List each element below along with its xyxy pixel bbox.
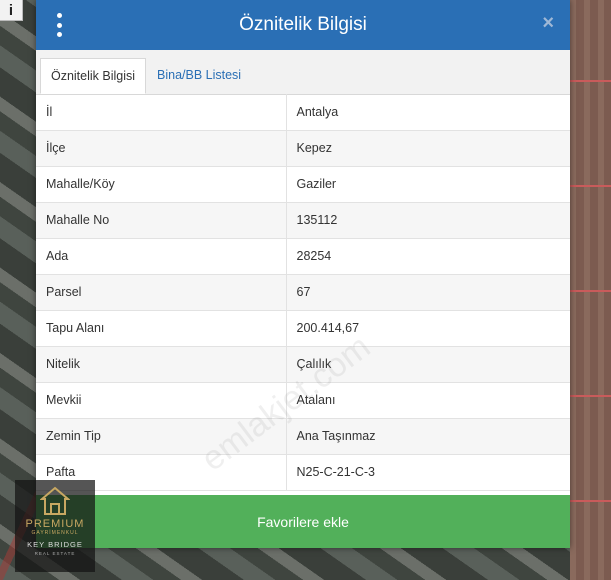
attribute-value: Gaziler bbox=[285, 166, 570, 203]
attribute-label: Tapu Alanı bbox=[36, 310, 286, 347]
table-row: Parsel 67 bbox=[36, 274, 570, 311]
attribute-label: Mahalle No bbox=[36, 202, 286, 239]
table-row: Ada 28254 bbox=[36, 238, 570, 275]
table-row: Mevkii Atalanı bbox=[36, 382, 570, 419]
add-favorite-button[interactable]: Favorilere ekle bbox=[36, 495, 570, 548]
attribute-label: Mevkii bbox=[36, 382, 286, 419]
logo-subtitle: GAYRİMENKUL bbox=[31, 530, 79, 536]
attribute-value: 28254 bbox=[285, 238, 570, 275]
table-row: Zemin Tip Ana Taşınmaz bbox=[36, 418, 570, 455]
attribute-label: Parsel bbox=[36, 274, 286, 311]
tab-building-list[interactable]: Bina/BB Listesi bbox=[149, 58, 249, 94]
close-icon[interactable]: × bbox=[542, 12, 554, 35]
info-icon[interactable]: i bbox=[0, 0, 23, 21]
attribute-value: Kepez bbox=[285, 130, 570, 167]
attribute-table: İl Antalya İlçe Kepez Mahalle/Köy Gaziler Maha… bbox=[36, 94, 570, 496]
attribute-value: 200.414,67 bbox=[285, 310, 570, 347]
tab-attribute-info[interactable]: Öznitelik Bilgisi bbox=[40, 58, 146, 94]
table-row: İl Antalya bbox=[36, 94, 570, 131]
attribute-dialog: Öznitelik Bilgisi × Öznitelik Bilgisi Bi… bbox=[36, 0, 570, 548]
table-row: Nitelik Çalılık bbox=[36, 346, 570, 383]
attribute-value: Antalya bbox=[285, 94, 570, 131]
attribute-label: Ada bbox=[36, 238, 286, 275]
logo: PREMIUM GAYRİMENKUL KEY BRIDGE REAL ESTA… bbox=[15, 480, 95, 572]
attribute-value: N25-C-21-C-3 bbox=[285, 454, 570, 491]
attribute-value: 135112 bbox=[285, 202, 570, 239]
table-row: Mahalle No 135112 bbox=[36, 202, 570, 239]
logo-brand: PREMIUM bbox=[25, 518, 85, 530]
dialog-title: Öznitelik Bilgisi bbox=[239, 14, 367, 35]
table-row: Tapu Alanı 200.414,67 bbox=[36, 310, 570, 347]
attribute-value: Çalılık bbox=[285, 346, 570, 383]
house-logo-icon bbox=[40, 486, 70, 515]
attribute-label: Zemin Tip bbox=[36, 418, 286, 455]
table-row: İlçe Kepez bbox=[36, 130, 570, 167]
attribute-label: Mahalle/Köy bbox=[36, 166, 286, 203]
map-parcels[interactable] bbox=[570, 0, 611, 580]
attribute-value: 67 bbox=[285, 274, 570, 311]
vertical-dots-icon[interactable] bbox=[54, 13, 64, 37]
attribute-value: Ana Taşınmaz bbox=[285, 418, 570, 455]
attribute-label: İlçe bbox=[36, 130, 286, 167]
logo-real-estate: REAL ESTATE bbox=[34, 551, 76, 556]
attribute-label: İl bbox=[36, 94, 286, 131]
attribute-label: Nitelik bbox=[36, 346, 286, 383]
dialog-header: Öznitelik Bilgisi × bbox=[36, 0, 570, 50]
logo-key-bridge: KEY BRIDGE bbox=[27, 540, 83, 549]
table-row: Pafta N25-C-21-C-3 bbox=[36, 454, 570, 491]
attribute-value: Atalanı bbox=[285, 382, 570, 419]
tab-bar: Öznitelik Bilgisi Bina/BB Listesi bbox=[36, 50, 570, 95]
table-row: Mahalle/Köy Gaziler bbox=[36, 166, 570, 203]
